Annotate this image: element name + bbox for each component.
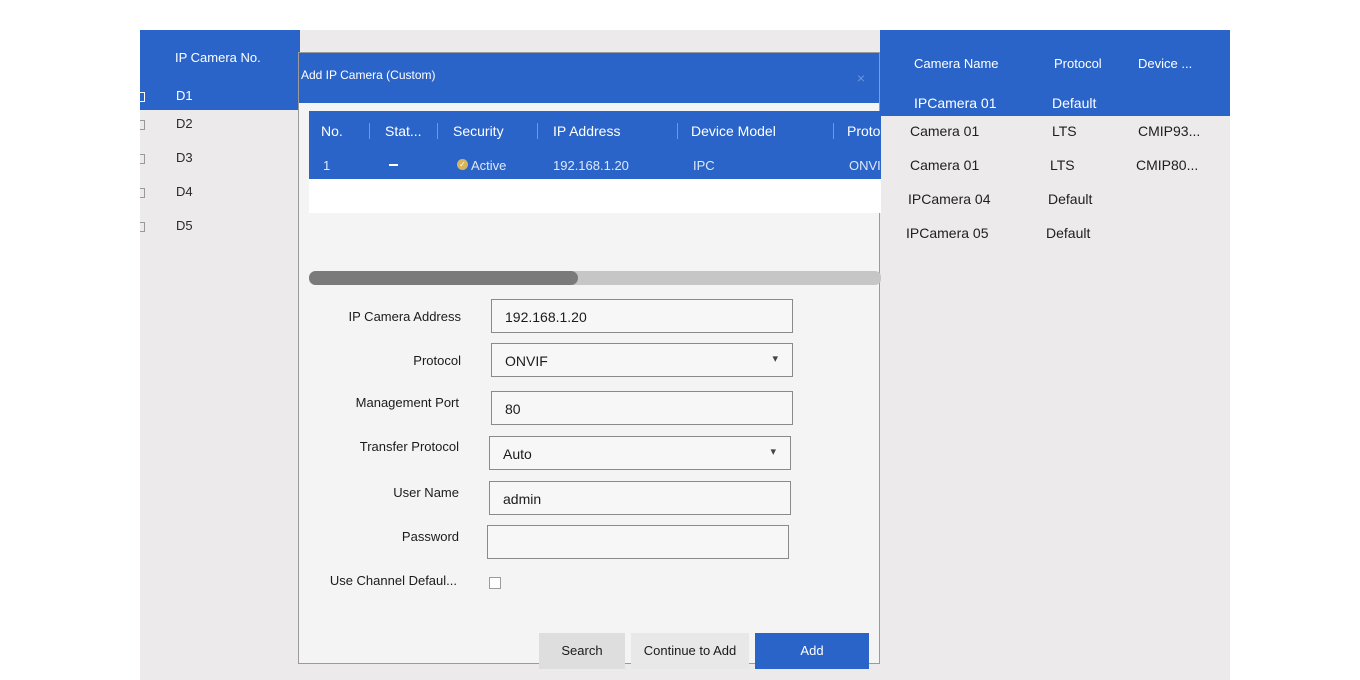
protocol-dropdown[interactable]: ONVIF ▾	[491, 343, 793, 377]
scrollbar-thumb[interactable]	[309, 271, 578, 285]
protocol-header[interactable]: Protocol	[1054, 56, 1102, 71]
table-row[interactable]: 1 ✓ Active 192.168.1.20 IPC ONVI	[309, 151, 881, 179]
status-dash-icon	[389, 164, 398, 166]
dialog-title-bar[interactable]: Add IP Camera (Custom) ×	[299, 53, 879, 103]
search-results-table: No. Stat... Security IP Address Device M…	[309, 111, 881, 213]
left-table-header: IP Camera No.	[140, 30, 300, 82]
nvr-screen: IP Camera No. D1 D2 D3 D4 D5 Camera Name…	[140, 30, 1230, 680]
camera-name-cell: Camera 01	[910, 123, 980, 139]
security-column-header[interactable]: Security	[453, 123, 504, 139]
management-port-value: 80	[505, 401, 521, 417]
camera-name-cell: Camera 01	[910, 157, 980, 173]
search-button[interactable]: Search	[539, 633, 625, 669]
ip-camera-address-field[interactable]: 192.168.1.20	[491, 299, 793, 333]
add-ip-camera-dialog: Add IP Camera (Custom) × No. Stat... Sec…	[298, 52, 881, 669]
right-camera-table: IPCamera 01 Default Camera 01 LTS CMIP93…	[880, 88, 1230, 252]
table-header: No. Stat... Security IP Address Device M…	[309, 111, 881, 151]
camera-name-cell: IPCamera 05	[906, 225, 989, 241]
camera-name-header[interactable]: Camera Name	[914, 56, 999, 71]
continue-to-add-button[interactable]: Continue to Add	[631, 633, 749, 669]
left-camera-list: D1 D2 D3 D4 D5	[140, 82, 300, 246]
left-row-d2[interactable]: D2	[140, 110, 300, 144]
table-row[interactable]: Camera 01 LTS CMIP80...	[880, 150, 1230, 184]
device-cell: CMIP93...	[1138, 123, 1201, 139]
row-checkbox[interactable]	[140, 222, 145, 232]
protocol-cell: Default	[1052, 95, 1097, 111]
chevron-down-icon: ▾	[772, 353, 778, 365]
right-table-header: Camera Name Protocol Device ...	[880, 30, 1230, 88]
table-row[interactable]: IPCamera 04 Default	[880, 184, 1230, 218]
column-divider[interactable]	[833, 123, 834, 139]
column-divider[interactable]	[677, 123, 678, 139]
protocol-cell: ONVI	[849, 158, 881, 173]
table-row[interactable]: IPCamera 01 Default	[880, 88, 1230, 116]
use-channel-default-checkbox[interactable]	[489, 577, 501, 589]
left-row-d5[interactable]: D5	[140, 212, 300, 246]
management-port-field[interactable]: 80	[491, 391, 793, 425]
left-row-d4[interactable]: D4	[140, 178, 300, 212]
device-model-column-header[interactable]: Device Model	[691, 123, 776, 139]
management-port-label: Management Port	[355, 395, 459, 410]
row-checkbox[interactable]	[140, 120, 145, 130]
camera-no-label: D4	[176, 184, 193, 199]
camera-no-label: D2	[176, 116, 193, 131]
column-divider[interactable]	[537, 123, 538, 139]
user-name-label: User Name	[393, 485, 459, 500]
camera-name-cell: IPCamera 04	[908, 191, 991, 207]
transfer-protocol-label: Transfer Protocol	[359, 439, 459, 454]
ip-address-column-header[interactable]: IP Address	[553, 123, 620, 139]
transfer-protocol-dropdown[interactable]: Auto ▾	[489, 436, 791, 470]
left-row-d3[interactable]: D3	[140, 144, 300, 178]
camera-no-label: D5	[176, 218, 193, 233]
device-cell: CMIP80...	[1136, 157, 1199, 173]
ip-camera-address-label: IP Camera Address	[348, 309, 461, 324]
camera-no-label: D3	[176, 150, 193, 165]
add-button[interactable]: Add	[755, 633, 869, 669]
row-checkbox[interactable]	[140, 92, 145, 102]
table-row[interactable]: Camera 01 LTS CMIP93...	[880, 116, 1230, 150]
camera-name-cell: IPCamera 01	[914, 95, 997, 111]
protocol-cell: LTS	[1052, 123, 1077, 139]
horizontal-scrollbar[interactable]	[309, 271, 881, 285]
left-row-d1[interactable]: D1	[140, 82, 300, 110]
dialog-title: Add IP Camera (Custom)	[301, 68, 436, 82]
status-column-header[interactable]: Stat...	[385, 123, 422, 139]
close-icon[interactable]: ×	[857, 70, 865, 86]
password-field[interactable]	[487, 525, 789, 559]
table-row[interactable]: IPCamera 05 Default	[880, 218, 1230, 252]
row-checkbox[interactable]	[140, 154, 145, 164]
device-header[interactable]: Device ...	[1138, 56, 1192, 71]
protocol-column-header[interactable]: Proto	[847, 123, 880, 139]
ip-address-cell: 192.168.1.20	[553, 158, 629, 173]
ip-camera-address-value: 192.168.1.20	[505, 309, 587, 325]
password-label: Password	[401, 529, 459, 544]
row-checkbox[interactable]	[140, 188, 145, 198]
use-channel-default-label: Use Channel Defaul...	[329, 573, 457, 588]
column-divider[interactable]	[437, 123, 438, 139]
column-divider[interactable]	[369, 123, 370, 139]
user-name-value: admin	[503, 491, 542, 507]
protocol-cell: Default	[1046, 225, 1091, 241]
protocol-label: Protocol	[413, 353, 461, 368]
protocol-cell: LTS	[1050, 157, 1075, 173]
no-cell: 1	[323, 158, 331, 173]
user-name-field[interactable]: admin	[489, 481, 791, 515]
transfer-protocol-value: Auto	[503, 446, 532, 462]
security-cell: Active	[471, 158, 507, 173]
chevron-down-icon: ▾	[770, 446, 776, 458]
no-column-header[interactable]: No.	[321, 123, 343, 139]
ip-camera-no-header: IP Camera No.	[175, 50, 261, 65]
device-model-cell: IPC	[693, 158, 715, 173]
protocol-value: ONVIF	[505, 353, 548, 369]
protocol-cell: Default	[1048, 191, 1093, 207]
shield-check-icon: ✓	[457, 159, 468, 170]
camera-no-label: D1	[176, 88, 193, 103]
